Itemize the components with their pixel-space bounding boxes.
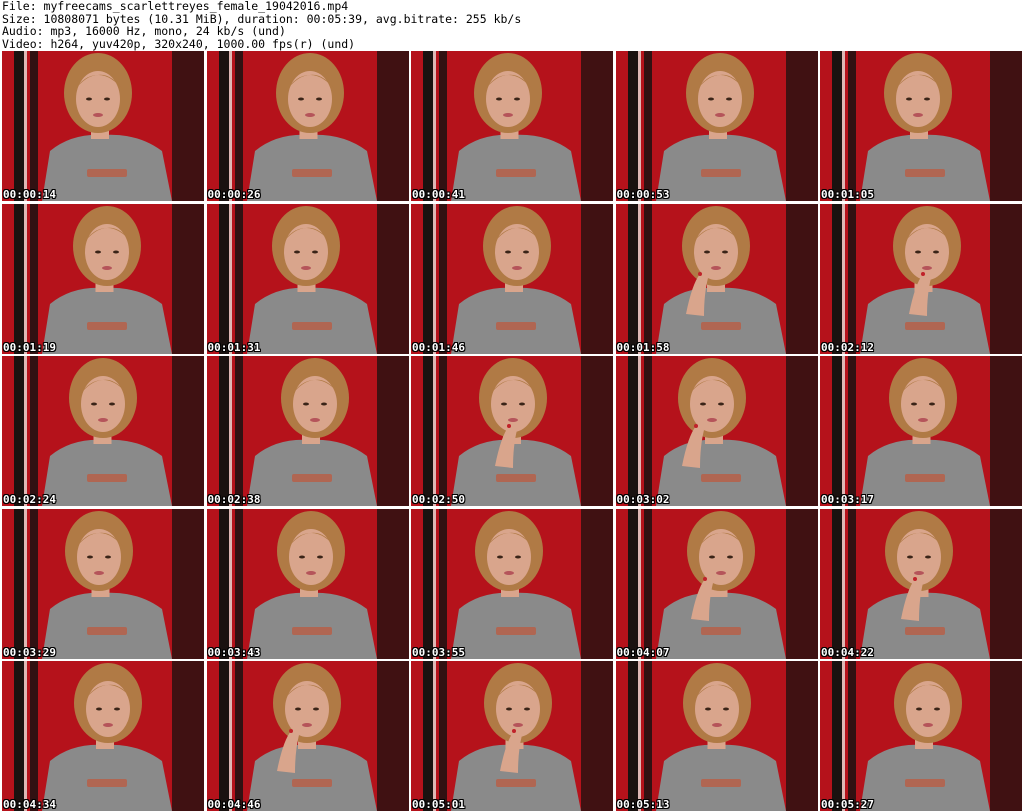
frame-image: [820, 203, 1022, 354]
video-frame-thumbnail: 00:00:53: [615, 51, 818, 201]
frame-image: [820, 356, 1022, 506]
video-frame-thumbnail: 00:02:50: [411, 356, 613, 506]
frame-timestamp: 00:02:24: [3, 493, 56, 506]
frame-timestamp: 00:01:58: [616, 340, 670, 354]
frame-image: [615, 51, 818, 201]
frame-timestamp: 00:04:22: [821, 645, 874, 659]
video-frame-thumbnail: 00:02:24: [2, 356, 204, 506]
video-info-line: Video: h264, yuv420p, 320x240, 1000.00 f…: [2, 36, 356, 51]
video-frame-thumbnail: 00:03:55: [411, 508, 613, 659]
video-frame-thumbnail: 00:02:12: [820, 203, 1022, 354]
frame-image: [206, 356, 409, 506]
video-frame-thumbnail: 00:01:05: [820, 51, 1022, 201]
video-frame-thumbnail: 00:01:58: [615, 203, 818, 354]
video-frame-thumbnail: 00:00:14: [2, 51, 204, 201]
frame-timestamp: 00:00:14: [3, 188, 56, 201]
frame-timestamp: 00:01:05: [821, 188, 874, 201]
audio-info-line: Audio: mp3, 16000 Hz, mono, 24 kb/s (und…: [2, 24, 286, 38]
frame-timestamp: 00:00:41: [412, 188, 465, 201]
video-frame-thumbnail: 00:04:07: [615, 508, 818, 659]
video-frame-thumbnail: 00:01:19: [2, 203, 204, 354]
video-frame-thumbnail: 00:05:27: [820, 661, 1022, 811]
frame-image: [411, 508, 613, 659]
thumbnail-grid: 00:00:14 00:00:26 00:00:41 00:00:53 00:01:05…: [2, 51, 1022, 811]
frame-timestamp: 00:05:01: [412, 798, 465, 811]
frame-timestamp: 00:00:26: [207, 188, 261, 201]
frame-image: [2, 661, 204, 811]
frame-timestamp: 00:01:46: [412, 340, 465, 354]
frame-image: [2, 203, 204, 354]
frame-timestamp: 00:04:46: [207, 798, 261, 811]
video-frame-thumbnail: 00:00:26: [206, 51, 409, 201]
frame-image: [615, 508, 818, 659]
video-frame-thumbnail: 00:03:17: [820, 356, 1022, 506]
frame-timestamp: 00:04:34: [3, 798, 56, 811]
frame-image: [2, 51, 204, 201]
frame-timestamp: 00:02:50: [412, 493, 465, 506]
frame-timestamp: 00:01:19: [3, 340, 56, 354]
video-frame-thumbnail: 00:02:38: [206, 356, 409, 506]
frame-image: [206, 203, 409, 354]
video-frame-thumbnail: 00:04:22: [820, 508, 1022, 659]
frame-timestamp: 00:03:02: [616, 493, 670, 506]
frame-timestamp: 00:04:07: [616, 645, 670, 659]
frame-image: [206, 661, 409, 811]
frame-image: [820, 51, 1022, 201]
frame-image: [820, 508, 1022, 659]
file-name-line: File: myfreecams_scarlettreyes_female_19…: [2, 0, 349, 13]
frame-image: [2, 508, 204, 659]
frame-image: [820, 661, 1022, 811]
frame-timestamp: 00:05:13: [616, 798, 670, 811]
video-frame-thumbnail: 00:04:34: [2, 661, 204, 811]
frame-timestamp: 00:02:38: [207, 493, 261, 506]
frame-image: [615, 661, 818, 811]
file-info-header: File: myfreecams_scarlettreyes_female_19…: [2, 0, 1022, 50]
video-frame-thumbnail: 00:03:29: [2, 508, 204, 659]
video-frame-thumbnail: 00:03:02: [615, 356, 818, 506]
frame-timestamp: 00:02:12: [821, 340, 874, 354]
video-frame-thumbnail: 00:04:46: [206, 661, 409, 811]
frame-timestamp: 00:03:55: [412, 645, 465, 659]
frame-image: [411, 356, 613, 506]
frame-image: [615, 356, 818, 506]
video-frame-thumbnail: 00:03:43: [206, 508, 409, 659]
frame-image: [206, 508, 409, 659]
frame-image: [206, 51, 409, 201]
video-frame-thumbnail: 00:05:13: [615, 661, 818, 811]
frame-image: [615, 203, 818, 354]
frame-timestamp: 00:03:29: [3, 645, 56, 659]
frame-image: [411, 51, 613, 201]
frame-timestamp: 00:03:43: [207, 645, 261, 659]
frame-timestamp: 00:03:17: [821, 493, 874, 506]
video-frame-thumbnail: 00:01:46: [411, 203, 613, 354]
frame-timestamp: 00:01:31: [207, 340, 261, 354]
video-frame-thumbnail: 00:00:41: [411, 51, 613, 201]
frame-image: [2, 356, 204, 506]
frame-timestamp: 00:05:27: [821, 798, 874, 811]
video-frame-thumbnail: 00:01:31: [206, 203, 409, 354]
frame-image: [411, 203, 613, 354]
frame-timestamp: 00:00:53: [616, 188, 670, 201]
frame-image: [411, 661, 613, 811]
video-frame-thumbnail: 00:05:01: [411, 661, 613, 811]
